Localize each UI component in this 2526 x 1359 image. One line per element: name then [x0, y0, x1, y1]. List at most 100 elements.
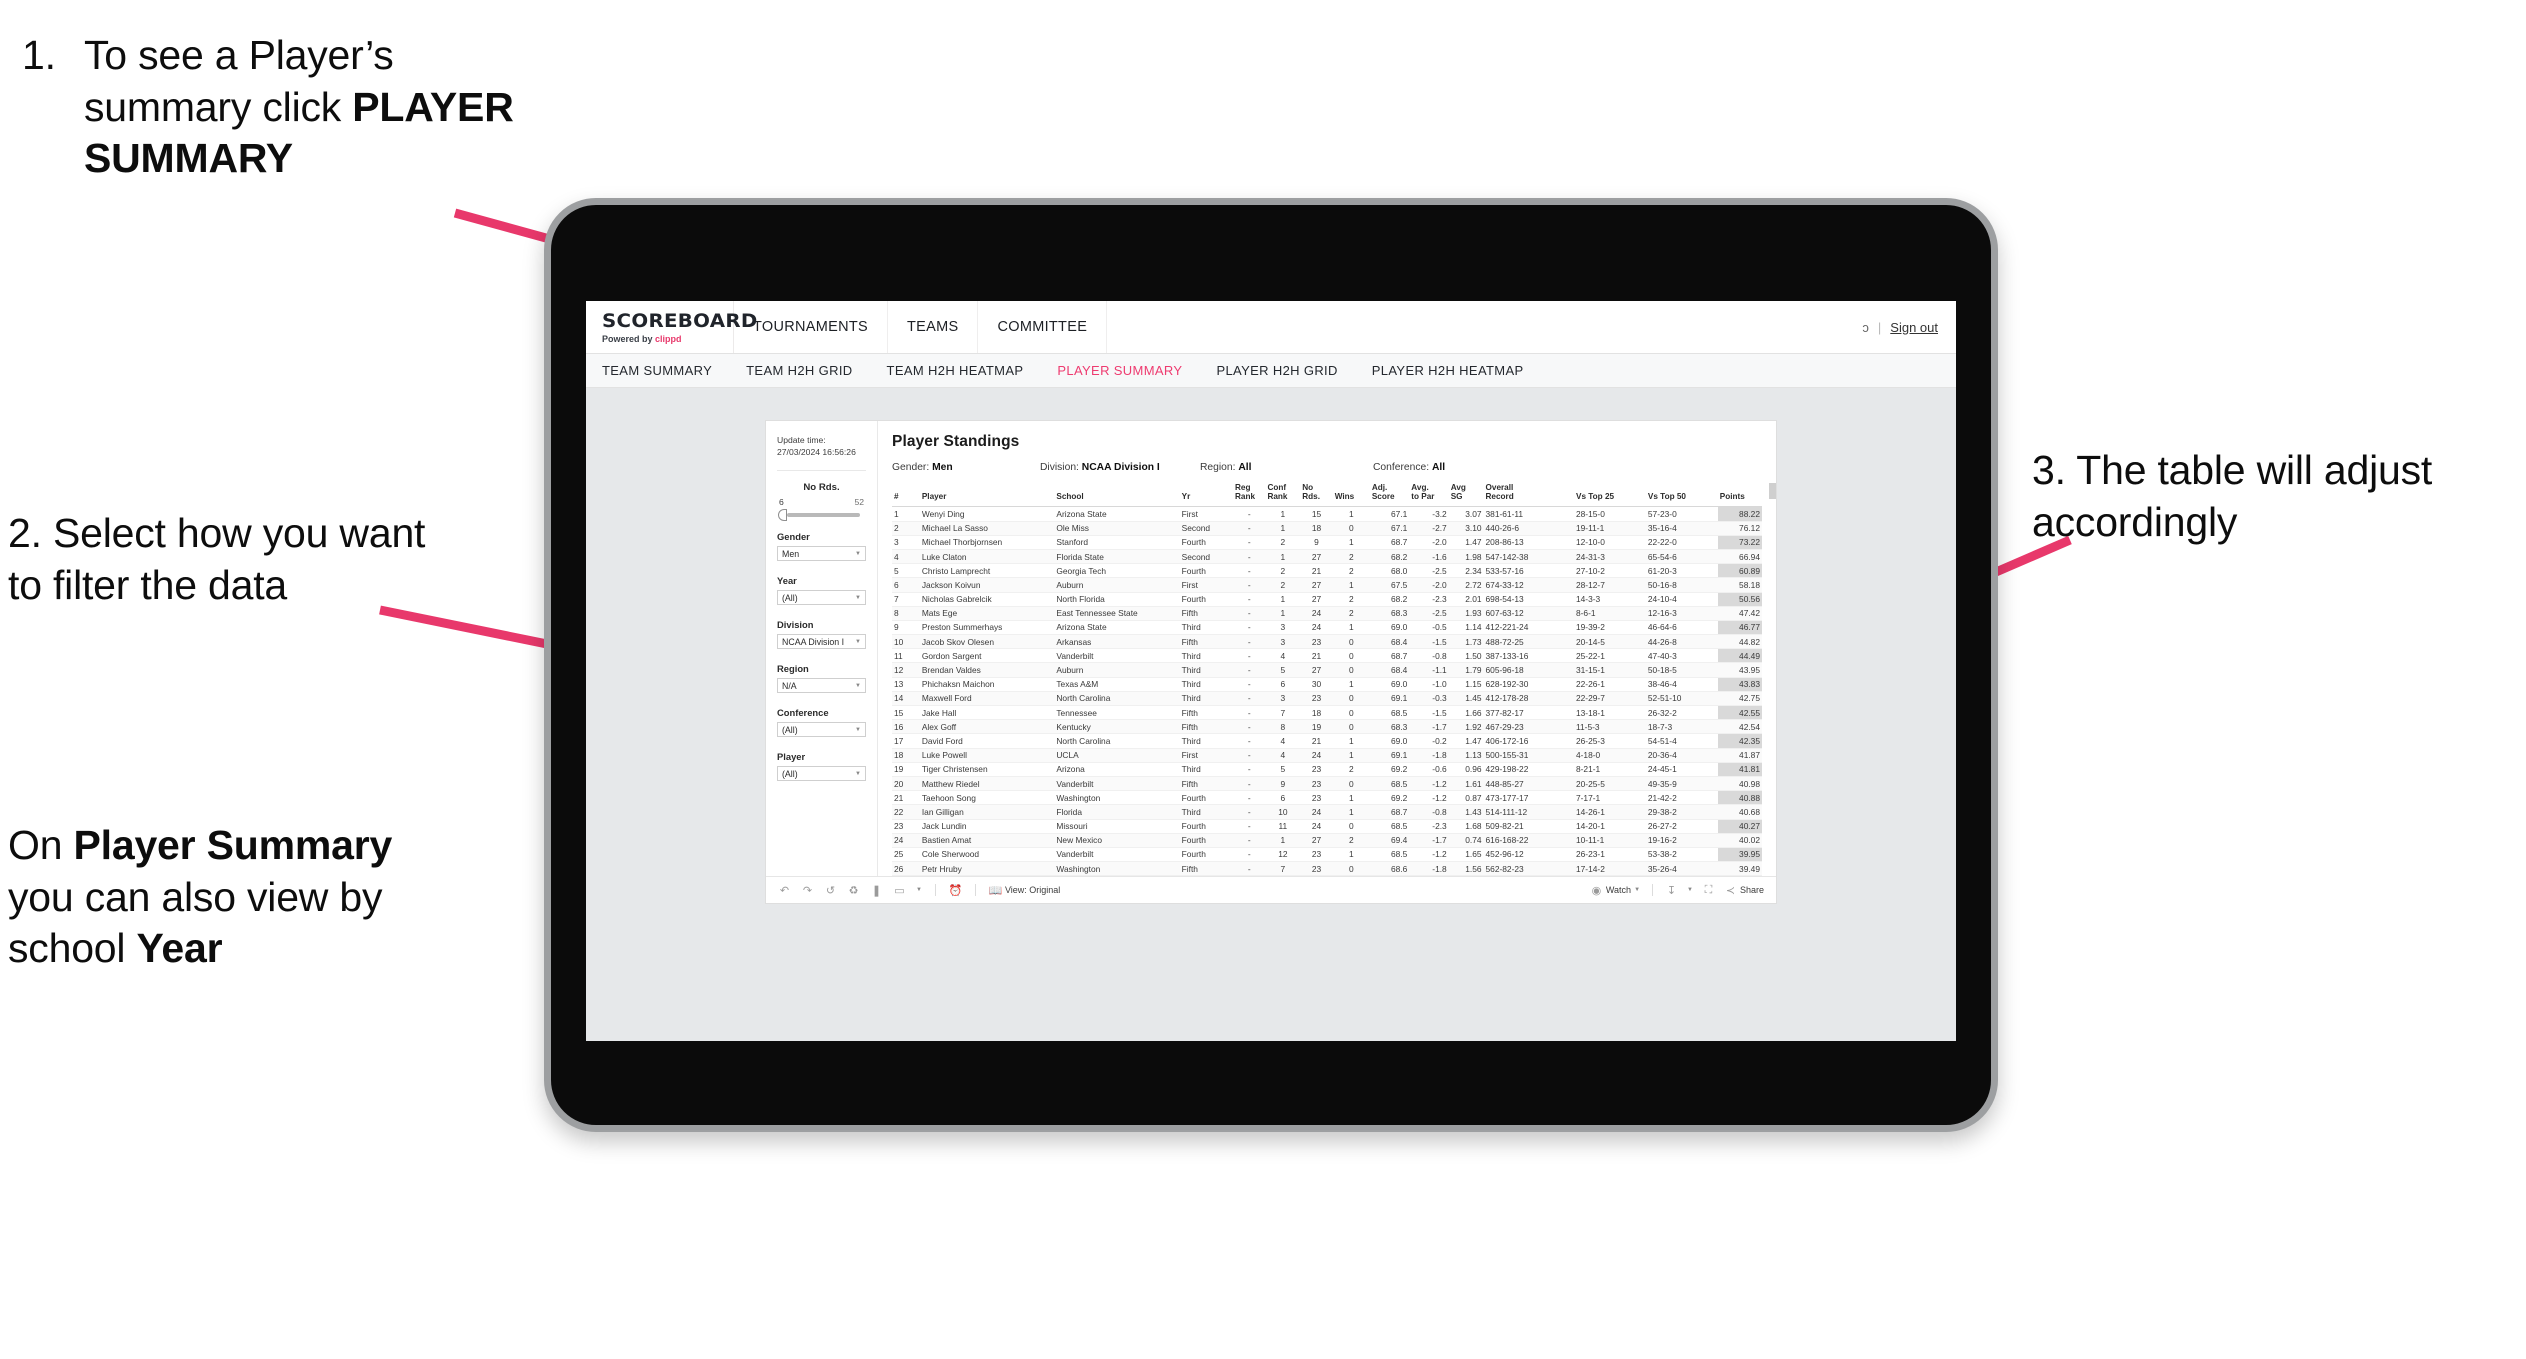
conference-select[interactable]: (All) ▼: [777, 722, 866, 738]
cell-reg_rank: -: [1233, 705, 1266, 721]
table-row[interactable]: 24 Bastien Amat New Mexico Fourth -1 27 2 69.4-…: [892, 833, 1762, 848]
refresh-icon[interactable]: ♻: [847, 884, 860, 897]
table-row[interactable]: 14 Maxwell Ford North Carolina Third -3 23 0 69…: [892, 691, 1762, 707]
table-row[interactable]: 2 Michael La Sasso Ole Miss Second -1 18 0 67.1…: [892, 521, 1762, 536]
no-rounds-slider[interactable]: [778, 509, 860, 522]
revert-icon[interactable]: ↺: [824, 884, 837, 897]
column-header-wins[interactable]: Wins: [1332, 481, 1370, 508]
annotation-step-1: 1. To see a Player’s summary click PLAYE…: [22, 30, 542, 185]
cell-avg_sg: 1.92: [1448, 719, 1484, 735]
column-header-reg_rank[interactable]: Reg Rank: [1233, 481, 1266, 508]
tab-team-summary[interactable]: TEAM SUMMARY: [602, 363, 712, 378]
fullscreen-icon[interactable]: ⛶: [1702, 884, 1715, 897]
table-row[interactable]: 9 Preston Summerhays Arizona State Third -3 2…: [892, 620, 1762, 636]
cell-rank: 10: [892, 634, 920, 650]
cell-rank: 15: [892, 705, 920, 721]
gender-select[interactable]: Men ▼: [777, 546, 866, 562]
table-row[interactable]: 13 Phichaksn Maichon Texas A&M Third -6 30 1 69…: [892, 677, 1762, 692]
column-header-adj_score[interactable]: Adj. Score: [1369, 481, 1410, 508]
division-select[interactable]: NCAA Division I ▼: [777, 634, 866, 650]
watch-button[interactable]: ◉ Watch ▼: [1590, 884, 1640, 897]
region-select[interactable]: N/A ▼: [777, 678, 866, 694]
table-row[interactable]: 15 Jake Hall Tennessee Fifth -7 18 0 68.5 -1.5 1.…: [892, 705, 1762, 721]
table-row[interactable]: 12 Brendan Valdes Auburn Third -5 27 0 68.4 -1.1…: [892, 662, 1762, 678]
filter-year: Year (All) ▼: [777, 575, 866, 606]
account-icon[interactable]: ɔ: [1862, 320, 1869, 335]
table-row[interactable]: 1 Wenyi Ding Arizona State First -1 15 1 67.1 -3…: [892, 506, 1762, 522]
column-header-overall_record[interactable]: Overall Record: [1483, 481, 1574, 508]
undo-icon[interactable]: ↶: [778, 884, 791, 897]
nav-teams[interactable]: TEAMS: [888, 301, 979, 353]
cell-points: 44.82: [1717, 634, 1762, 650]
meta-region-value: All: [1238, 462, 1252, 473]
column-header-avg_sg[interactable]: Avg SG: [1448, 481, 1484, 508]
cell-avg_sg: 1.98: [1448, 549, 1484, 565]
annotation-step-2: 2. Select how you want to filter the dat…: [8, 510, 426, 608]
tab-player-summary[interactable]: PLAYER SUMMARY: [1057, 363, 1182, 378]
cell-wins: 0: [1332, 819, 1370, 834]
table-row[interactable]: 7 Nicholas Gabrelcik North Florida Fourth -1…: [892, 592, 1762, 607]
column-header-conf_rank[interactable]: Conf Rank: [1265, 481, 1301, 508]
sign-out-link[interactable]: Sign out: [1890, 320, 1938, 335]
column-header-no_rds[interactable]: No Rds.: [1300, 481, 1333, 508]
cell-avg_to_par: -1.2: [1409, 776, 1449, 792]
cell-no_rds: 24: [1300, 819, 1333, 834]
table-scrollbar[interactable]: [1769, 483, 1776, 499]
device-layout-icon[interactable]: ▭: [893, 884, 906, 897]
table-header-row: # Player School Yr Reg Rank Conf Rank No Rds. Wins…: [892, 481, 1762, 508]
table-row[interactable]: 8 Mats Ege East Tennessee State Fifth -1 24 2 6…: [892, 606, 1762, 621]
year-select[interactable]: (All) ▼: [777, 590, 866, 606]
column-header-vs_top25[interactable]: Vs Top 25: [1573, 481, 1646, 508]
tab-player-h2h-heatmap[interactable]: PLAYER H2H HEATMAP: [1372, 363, 1524, 378]
cell-yr: Third: [1179, 662, 1233, 678]
player-select[interactable]: (All) ▼: [777, 766, 866, 782]
table-row[interactable]: 22 Ian Gilligan Florida Third -10 24 1 68.7 -0.8…: [892, 804, 1762, 820]
cell-school: Georgia Tech: [1054, 563, 1180, 579]
cell-vs_top25: 27-10-2: [1573, 563, 1646, 579]
column-header-rank[interactable]: #: [892, 481, 920, 508]
cell-rank: 24: [892, 833, 920, 848]
download-icon[interactable]: ↧: [1665, 884, 1678, 897]
share-button[interactable]: ≺ Share: [1724, 884, 1764, 897]
tab-team-h2h-grid[interactable]: TEAM H2H GRID: [746, 363, 852, 378]
table-row[interactable]: 23 Jack Lundin Missouri Fourth -11 24 0 68.5 -2.…: [892, 819, 1762, 834]
table-row[interactable]: 25 Cole Sherwood Vanderbilt Fourth -12 23 1 68.…: [892, 847, 1762, 863]
tab-team-h2h-heatmap[interactable]: TEAM H2H HEATMAP: [887, 363, 1024, 378]
table-row[interactable]: 26 Petr Hruby Washington Fifth -7 23 0 68.6 -1.8…: [892, 861, 1762, 877]
cell-vs_top50: 53-38-2: [1645, 847, 1718, 863]
table-row[interactable]: 11 Gordon Sargent Vanderbilt Third -4 21 0 68.7…: [892, 648, 1762, 664]
table-row[interactable]: 4 Luke Claton Florida State Second -1 27 2 68.2…: [892, 549, 1762, 565]
nav-committee[interactable]: COMMITTEE: [978, 301, 1108, 353]
column-header-player[interactable]: Player: [919, 481, 1055, 508]
eye-icon: ◉: [1591, 884, 1602, 897]
column-header-points[interactable]: Points: [1717, 481, 1762, 508]
tab-player-h2h-grid[interactable]: PLAYER H2H GRID: [1216, 363, 1337, 378]
cell-reg_rank: -: [1233, 762, 1266, 777]
watch-label: Watch: [1605, 885, 1632, 896]
alerts-icon[interactable]: ⏰: [949, 884, 963, 897]
column-header-vs_top50[interactable]: Vs Top 50: [1645, 481, 1718, 508]
column-header-school[interactable]: School: [1054, 481, 1180, 508]
cell-rank: 1: [892, 506, 920, 522]
no-rounds-slider-handle[interactable]: [778, 509, 787, 522]
chevron-down-icon[interactable]: ▼: [916, 887, 922, 893]
table-row[interactable]: 20 Matthew Riedel Vanderbilt Fifth -9 23 0 68.5…: [892, 776, 1762, 792]
cell-conf_rank: 1: [1265, 506, 1301, 522]
view-original-button[interactable]: 📖 View: Original: [989, 884, 1061, 897]
table-row[interactable]: 17 David Ford North Carolina Third -4 21 1 69.0…: [892, 733, 1762, 749]
table-row[interactable]: 10 Jacob Skov Olesen Arkansas Fifth -3 23 0 68.…: [892, 634, 1762, 650]
table-row[interactable]: 19 Tiger Christensen Arizona Third -5 23 2 69.2…: [892, 762, 1762, 777]
redo-icon[interactable]: ↷: [801, 884, 814, 897]
pause-icon[interactable]: ❚: [870, 884, 883, 897]
column-header-avg_to_par[interactable]: Avg. to Par: [1409, 481, 1449, 508]
cell-vs_top25: 10-11-1: [1573, 833, 1646, 848]
table-row[interactable]: 6 Jackson Koivun Auburn First -2 27 1 67.5 -2.0 2…: [892, 577, 1762, 593]
column-header-yr[interactable]: Yr: [1179, 481, 1233, 508]
table-row[interactable]: 3 Michael Thorbjornsen Stanford Fourth -2 9 1 6…: [892, 535, 1762, 550]
table-row[interactable]: 5 Christo Lamprecht Georgia Tech Fourth -2 21…: [892, 563, 1762, 579]
table-row[interactable]: 21 Taehoon Song Washington Fourth -6 23 1 69.2-…: [892, 790, 1762, 806]
table-row[interactable]: 16 Alex Goff Kentucky Fifth -8 19 0 68.3 -1.7 1.9…: [892, 719, 1762, 735]
chevron-down-icon[interactable]: ▼: [1687, 887, 1693, 893]
annotation-step-2-note: On Player Summary you can also view by s…: [8, 820, 428, 975]
table-row[interactable]: 18 Luke Powell UCLA First -4 24 1 69.1 -1.8 1.13 5…: [892, 748, 1762, 763]
